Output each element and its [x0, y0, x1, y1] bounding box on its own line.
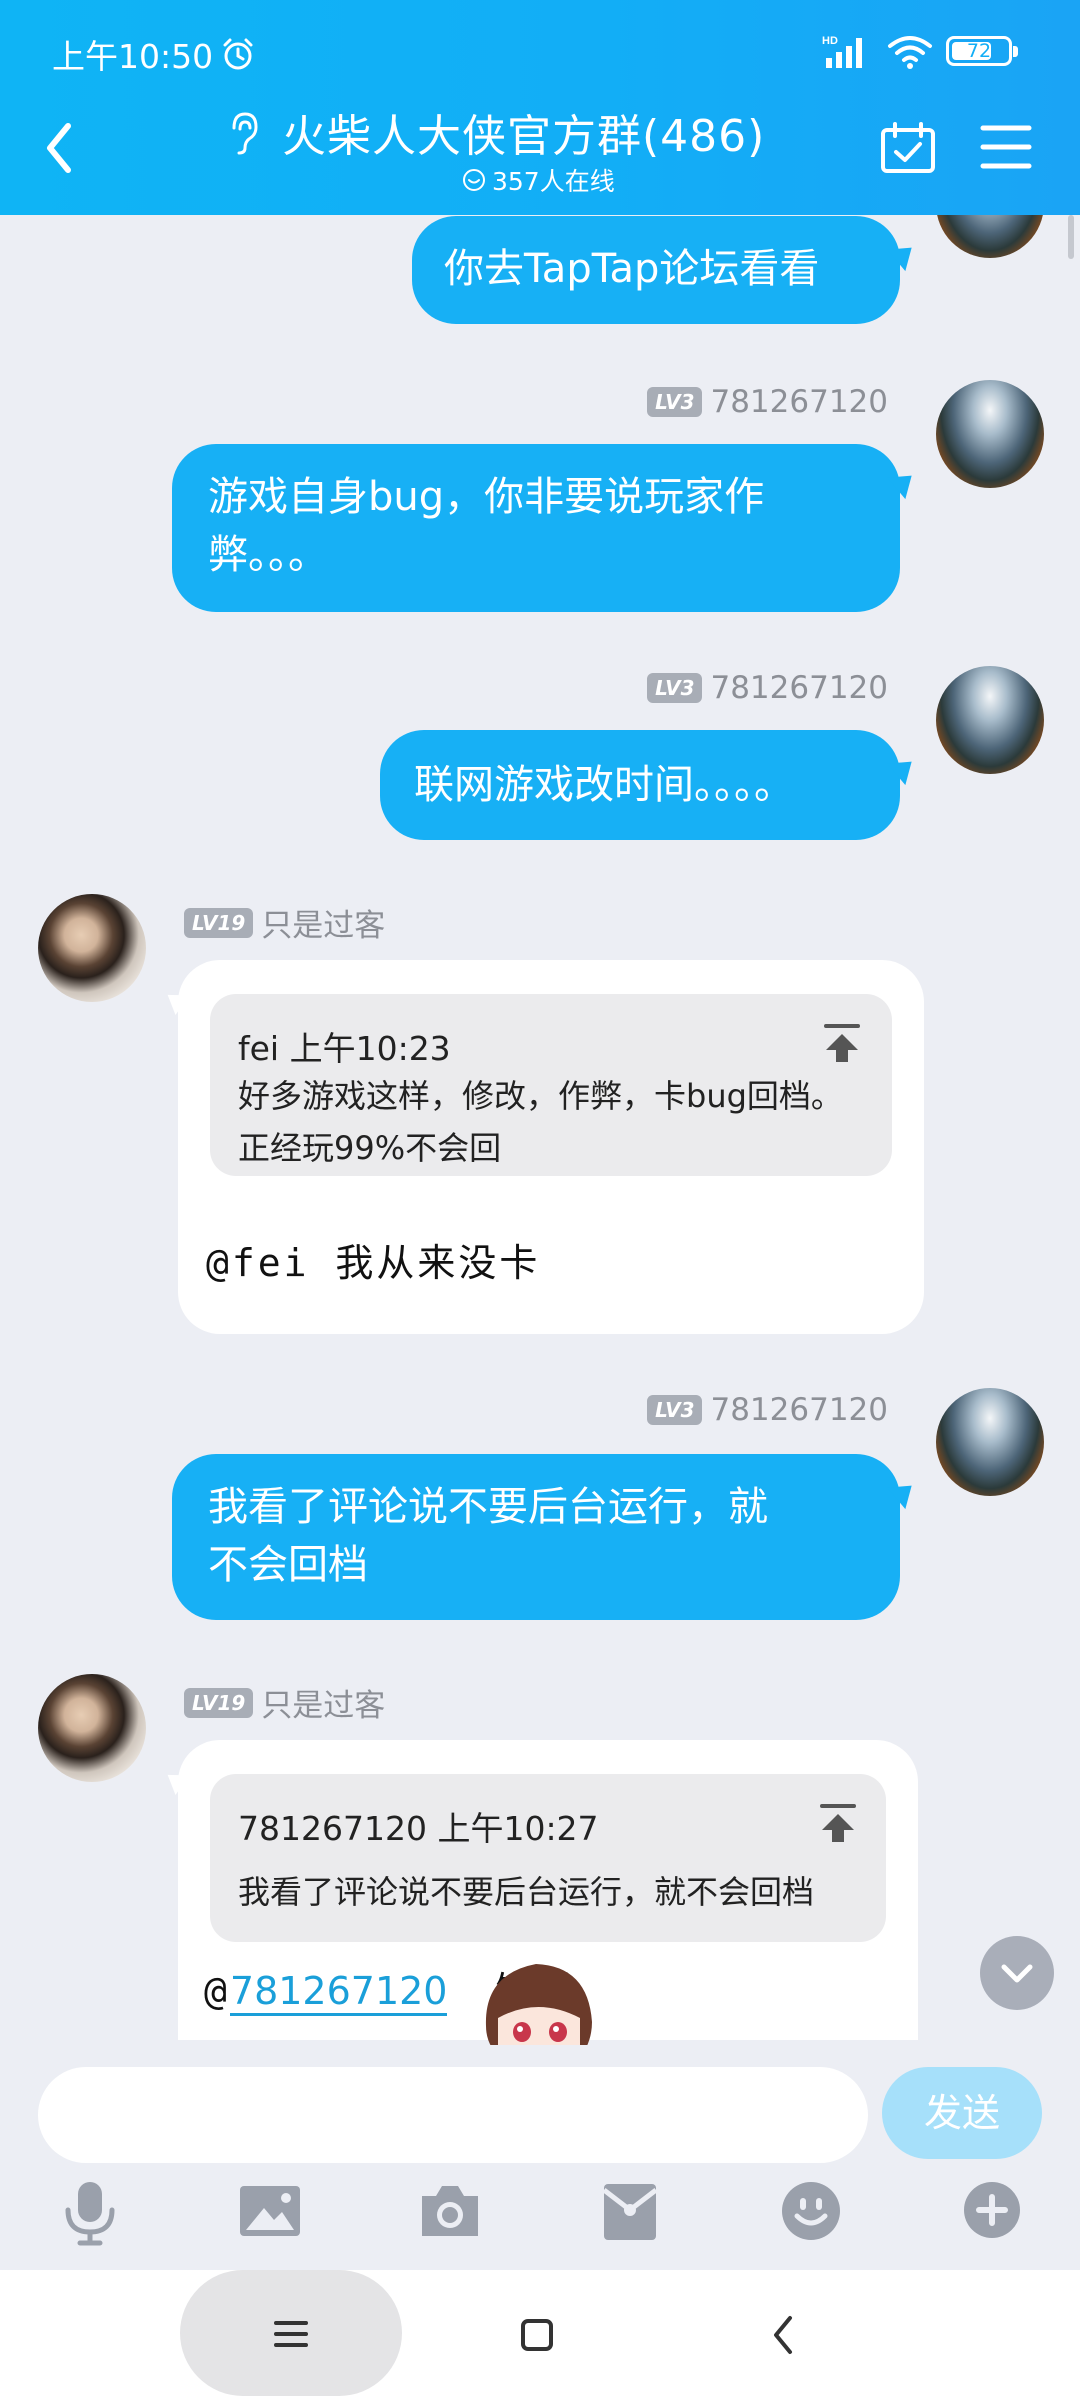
status-time: 上午10:50: [52, 37, 214, 76]
sender-name[interactable]: 只是过客: [261, 900, 385, 945]
ear-icon: [232, 112, 258, 155]
sender-row: LV3 781267120: [647, 670, 888, 706]
scroll-to-bottom-button[interactable]: [980, 1936, 1054, 2010]
alarm-icon: [223, 38, 253, 70]
calendar-check-icon[interactable]: [880, 122, 936, 174]
sender-row: LV19 只是过客: [184, 900, 385, 945]
avatar[interactable]: [936, 1388, 1044, 1496]
level-badge: LV3: [647, 673, 703, 703]
avatar[interactable]: [38, 894, 146, 1002]
back-icon[interactable]: [44, 122, 74, 174]
sender-name[interactable]: 781267120: [710, 1392, 888, 1428]
quote-line: 好多游戏这样，修改，作弊，卡bug回档。: [238, 1077, 843, 1115]
menu-icon[interactable]: [980, 124, 1032, 170]
nav-back-icon[interactable]: [770, 2314, 796, 2356]
avatar[interactable]: [936, 380, 1044, 488]
online-count: 357人在线: [462, 162, 615, 198]
message-bubble[interactable]: 你去TapTap论坛看看: [412, 216, 900, 324]
microphone-icon[interactable]: [62, 2180, 118, 2246]
quoted-message[interactable]: 781267120 上午10:27 我看了评论说不要后台运行，就不会回档: [210, 1774, 886, 1942]
mention-link[interactable]: 781267120: [229, 1969, 448, 2016]
avatar[interactable]: [38, 1674, 146, 1782]
level-badge: LV3: [647, 387, 703, 417]
quote-author-time: fei 上午10:23: [238, 1029, 451, 1068]
menu-lines-icon: [274, 2321, 308, 2347]
message-bubble[interactable]: 我看了评论说不要后台运行，就 不会回档: [172, 1454, 900, 1620]
message-text-line: 游戏自身bug，你非要说玩家作: [208, 474, 765, 520]
message-bubble[interactable]: fei 上午10:23 好多游戏这样，修改，作弊，卡bug回档。 正经玩99%不…: [178, 960, 924, 1334]
signal-icon: HD: [822, 35, 862, 68]
camera-icon[interactable]: [418, 2180, 482, 2242]
message-bubble[interactable]: 游戏自身bug，你非要说玩家作 弊。。。: [172, 444, 900, 612]
send-button[interactable]: 发送: [882, 2067, 1042, 2159]
battery-text: 72: [966, 40, 992, 62]
message-bubble[interactable]: 联网游戏改时间。。。。: [380, 730, 900, 840]
level-badge: LV3: [647, 1395, 703, 1425]
input-bar: 发送: [0, 2045, 1080, 2270]
online-count-text: 357人在线: [492, 167, 615, 196]
chevron-down-icon: [1001, 1964, 1033, 1983]
quote-body: 我看了评论说不要后台运行，就不会回档: [238, 1866, 814, 1918]
avatar[interactable]: [936, 666, 1044, 774]
recent-apps-button[interactable]: [180, 2270, 402, 2396]
quote-line: 正经玩99%不会回: [238, 1129, 502, 1167]
red-packet-icon[interactable]: [600, 2180, 660, 2244]
online-status-icon: [463, 169, 485, 191]
quote-author-time: 781267120 上午10:27: [238, 1809, 599, 1848]
wifi-icon: [888, 36, 932, 69]
jump-to-message-icon[interactable]: [818, 1802, 858, 1844]
page-title[interactable]: 火柴人大侠官方群(486): [282, 100, 765, 164]
sender-name[interactable]: 781267120: [710, 384, 888, 420]
message-text-line: 弊。。。: [208, 532, 328, 578]
system-nav-bar: [0, 2270, 1080, 2400]
quoted-message[interactable]: fei 上午10:23 好多游戏这样，修改，作弊，卡bug回档。 正经玩99%不…: [210, 994, 892, 1176]
message-text-line: 我看了评论说不要后台运行，就: [208, 1484, 768, 1530]
chat-header: 上午10:50 HD 72 火柴人大侠官方群(486) 357人在线: [0, 0, 1080, 215]
scrollbar[interactable]: [1068, 215, 1074, 259]
message-text: 联网游戏改时间。。。。: [414, 762, 794, 808]
svg-text:HD: HD: [822, 35, 838, 47]
image-icon[interactable]: [238, 2180, 302, 2242]
sender-row: LV3 781267120: [647, 384, 888, 420]
reply-text: @fei 我从来没卡: [206, 1241, 541, 1285]
emoji-icon[interactable]: [780, 2180, 842, 2242]
battery-icon: 72: [946, 36, 1018, 66]
quote-line: 我看了评论说不要后台运行，就不会回档: [238, 1873, 815, 1911]
sender-name[interactable]: 只是过客: [261, 1680, 385, 1725]
jump-to-message-icon[interactable]: [822, 1022, 862, 1064]
level-badge: LV19: [184, 907, 254, 938]
sender-row: LV19 只是过客: [184, 1680, 385, 1725]
message-text: 你去TapTap论坛看看: [444, 246, 820, 292]
reply-at: @: [204, 1969, 230, 2013]
sender-name[interactable]: 781267120: [710, 670, 888, 706]
plus-icon[interactable]: [962, 2180, 1022, 2240]
message-input[interactable]: [38, 2067, 868, 2163]
home-square-icon[interactable]: [520, 2318, 554, 2352]
sender-row: LV3 781267120: [647, 1392, 888, 1428]
message-text-line: 不会回档: [208, 1542, 368, 1588]
level-badge: LV19: [184, 1687, 254, 1718]
quote-body: 好多游戏这样，修改，作弊，卡bug回档。 正经玩99%不会回: [238, 1070, 843, 1174]
